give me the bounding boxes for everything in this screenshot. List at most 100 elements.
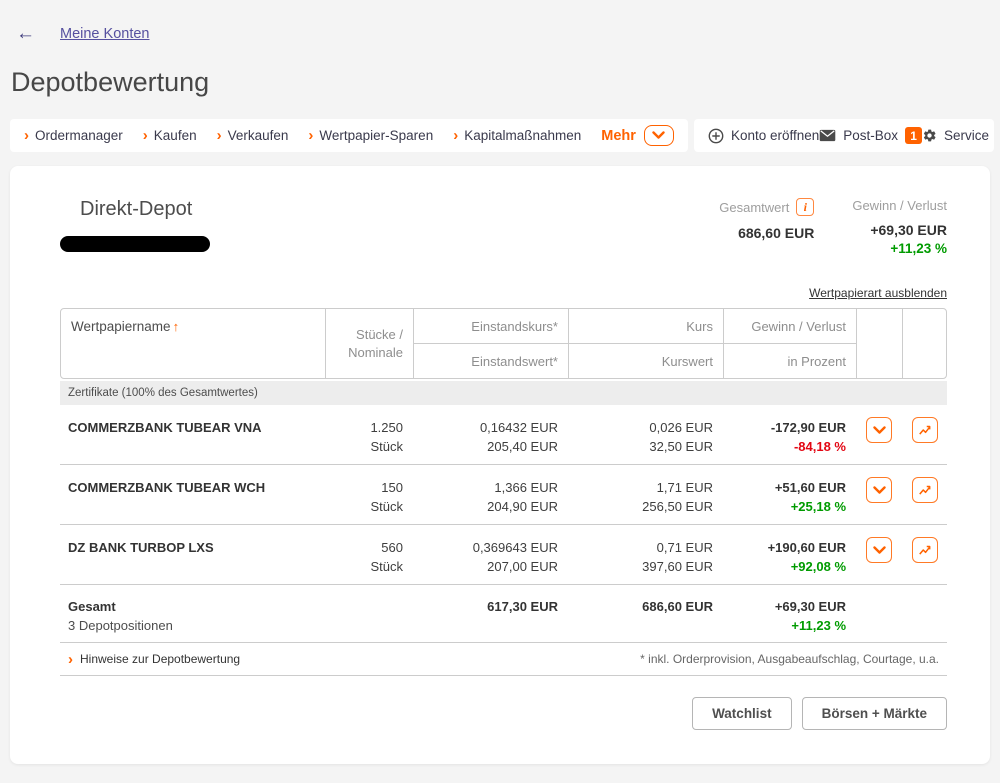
total-label-cell: Gesamt 3 Depotpositionen: [60, 585, 325, 642]
account-number-redacted: [60, 236, 210, 252]
watchlist-button[interactable]: Watchlist: [692, 697, 792, 730]
konto-eroeffnen-label: Konto eröffnen: [731, 128, 819, 143]
wertpapierart-toggle-link[interactable]: Wertpapierart ausblenden: [60, 286, 947, 300]
mehr-menu[interactable]: Mehr: [601, 125, 674, 146]
trend-chart-icon: [918, 423, 932, 437]
column-header-actions-2: [903, 309, 948, 378]
instrument-name: COMMERZBANK TUBEAR VNA: [60, 405, 325, 464]
postbox-badge: 1: [905, 127, 922, 144]
gewinn-cell: +51,60 EUR +25,18 %: [723, 465, 856, 524]
mehr-label: Mehr: [601, 128, 636, 144]
depot-card: Direkt-Depot Gesamtwert i 686,60 EUR Gew…: [10, 166, 990, 764]
chevron-right-icon: ›: [24, 128, 29, 143]
gewinn-cell: -172,90 EUR -84,18 %: [723, 405, 856, 464]
trend-chart-icon: [918, 543, 932, 557]
expand-row-button[interactable]: [866, 477, 892, 503]
chart-button[interactable]: [912, 477, 938, 503]
gewinn-cell: +190,60 EUR +92,08 %: [723, 525, 856, 584]
column-header-actions-1: [857, 309, 903, 378]
depot-summary: Gesamtwert i 686,60 EUR Gewinn / Verlust…: [719, 198, 947, 256]
nav-bar: › Ordermanager › Kaufen › Verkaufen › We…: [10, 119, 990, 152]
instrument-name: DZ BANK TURBOP LXS: [60, 525, 325, 584]
gear-icon: [922, 128, 937, 143]
gewinn-verlust-label: Gewinn / Verlust: [852, 198, 947, 213]
stueck-cell: 560 Stück: [325, 525, 413, 584]
chart-button[interactable]: [912, 417, 938, 443]
back-link[interactable]: Meine Konten: [60, 26, 149, 42]
boersen-maerkte-button[interactable]: Börsen + Märkte: [802, 697, 947, 730]
table-row: COMMERZBANK TUBEAR VNA 1.250 Stück 0,164…: [60, 405, 947, 465]
plus-circle-icon: [708, 128, 724, 144]
chevron-right-icon: ›: [308, 128, 313, 143]
nav-item-ordermanager[interactable]: › Ordermanager: [24, 128, 123, 143]
table-row: COMMERZBANK TUBEAR WCH 150 Stück 1,366 E…: [60, 465, 947, 525]
postbox-label: Post-Box: [843, 128, 898, 143]
envelope-icon: [819, 129, 836, 142]
total-kurswert: 686,60 EUR: [578, 597, 713, 616]
depot-title: Direkt-Depot: [80, 198, 210, 221]
nav-item-wertpapier-sparen[interactable]: › Wertpapier-Sparen: [308, 128, 433, 143]
back-arrow-icon[interactable]: ←: [16, 24, 35, 43]
service-button[interactable]: Service: [922, 128, 989, 143]
gesamtwert-block: Gesamtwert i 686,60 EUR: [719, 198, 814, 256]
chevron-down-icon[interactable]: [644, 125, 674, 146]
section-band-zertifikate: Zertifikate (100% des Gesamtwertes): [60, 381, 947, 405]
nav-right-segment: Konto eröffnen Post-Box 1 Service: [694, 119, 994, 152]
chevron-right-icon: ›: [143, 128, 148, 143]
nav-item-verkaufen[interactable]: › Verkaufen: [217, 128, 289, 143]
depot-header: Direkt-Depot Gesamtwert i 686,60 EUR Gew…: [60, 198, 947, 256]
footnote: * inkl. Orderprovision, Ausgabeaufschlag…: [640, 652, 939, 666]
page-title: Depotbewertung: [11, 67, 1000, 98]
einstand-cell: 1,366 EUR 204,90 EUR: [413, 465, 568, 524]
info-icon[interactable]: i: [796, 198, 814, 216]
column-header-einstandswert: Einstandswert*: [414, 344, 569, 378]
stueck-cell: 1.250 Stück: [325, 405, 413, 464]
chevron-down-icon: [873, 546, 886, 555]
total-einstandswert: 617,30 EUR: [423, 597, 558, 616]
table-header: Wertpapiername ↑ Stücke / Nominale Einst…: [60, 308, 947, 379]
nav-item-kapitalmassnahmen[interactable]: › Kapitalmaßnahmen: [453, 128, 581, 143]
nav-item-label: Kaufen: [154, 128, 197, 143]
nav-item-label: Ordermanager: [35, 128, 123, 143]
einstand-cell: 0,369643 EUR 207,00 EUR: [413, 525, 568, 584]
column-header-einstandskurs: Einstandskurs*: [414, 309, 569, 344]
total-label: Gesamt: [68, 597, 317, 616]
nav-left-segment: › Ordermanager › Kaufen › Verkaufen › We…: [10, 119, 688, 152]
sort-ascending-icon: ↑: [173, 319, 180, 334]
chart-button[interactable]: [912, 537, 938, 563]
card-actions: Watchlist Börsen + Märkte: [60, 697, 947, 730]
column-header-in-prozent: in Prozent: [724, 344, 857, 378]
chevron-down-icon: [873, 426, 886, 435]
trend-chart-icon: [918, 483, 932, 497]
einstand-cell: 0,16432 EUR 205,40 EUR: [413, 405, 568, 464]
expand-row-button[interactable]: [866, 537, 892, 563]
gewinn-verlust-block: Gewinn / Verlust +69,30 EUR +11,23 %: [852, 198, 947, 256]
column-header-label: Wertpapiername: [71, 319, 171, 334]
total-gewinn-pct: +11,23 %: [733, 616, 846, 635]
column-header-gewinn-verlust: Gewinn / Verlust: [724, 309, 857, 344]
chevron-right-icon: ›: [68, 652, 73, 667]
expand-row-button[interactable]: [866, 417, 892, 443]
chevron-right-icon: ›: [217, 128, 222, 143]
table-row: DZ BANK TURBOP LXS 560 Stück 0,369643 EU…: [60, 525, 947, 585]
kurs-cell: 0,71 EUR 397,60 EUR: [568, 525, 723, 584]
depot-identity: Direkt-Depot: [60, 198, 210, 256]
table-footer-row: › Hinweise zur Depotbewertung * inkl. Or…: [60, 643, 947, 676]
stueck-cell: 150 Stück: [325, 465, 413, 524]
column-header-stuecke-nominale: Stücke / Nominale: [326, 309, 414, 378]
hinweise-link[interactable]: › Hinweise zur Depotbewertung: [68, 652, 240, 667]
column-header-kurswert: Kurswert: [569, 344, 724, 378]
column-header-kurs: Kurs: [569, 309, 724, 344]
total-positions-count: 3 Depotpositionen: [68, 616, 317, 635]
column-header-wertpapiername[interactable]: Wertpapiername ↑: [61, 309, 326, 378]
total-gewinn-eur: +69,30 EUR: [733, 597, 846, 616]
gewinn-verlust-value: +69,30 EUR: [852, 222, 947, 238]
chevron-right-icon: ›: [453, 128, 458, 143]
konto-eroeffnen-button[interactable]: Konto eröffnen: [708, 128, 819, 144]
gewinn-verlust-percent: +11,23 %: [852, 241, 947, 256]
nav-item-kaufen[interactable]: › Kaufen: [143, 128, 197, 143]
back-row: ← Meine Konten: [0, 0, 1000, 43]
gesamtwert-label: Gesamtwert: [719, 200, 789, 215]
postbox-button[interactable]: Post-Box 1: [819, 127, 922, 144]
instrument-name: COMMERZBANK TUBEAR WCH: [60, 465, 325, 524]
